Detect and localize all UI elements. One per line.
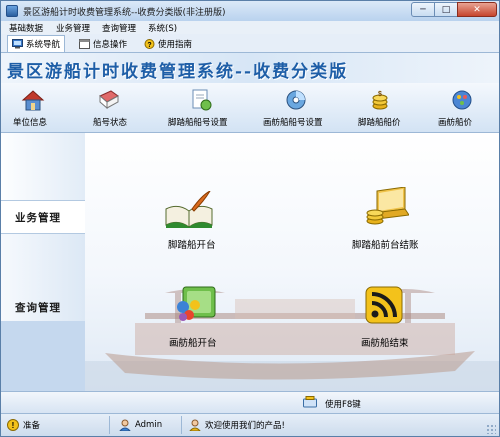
func-painted-boat-open[interactable]: 画舫船开台	[163, 283, 229, 351]
book-icon	[99, 90, 119, 110]
sidebar-tab-label: 查询管理	[15, 302, 61, 314]
menu-basic-data[interactable]: 基础数据	[9, 22, 43, 34]
menu-query[interactable]: 查询管理	[102, 22, 136, 34]
tab-system-nav[interactable]: 系统导航	[7, 35, 66, 52]
user-icon	[119, 419, 131, 431]
status-message: 欢迎使用我们的产品!	[189, 417, 285, 433]
side-navigation: 业务管理 查询管理	[1, 133, 87, 391]
toolbar-label: 画舫船船号设置	[263, 118, 323, 128]
tab-info-ops[interactable]: 信息操作	[75, 35, 131, 52]
status-user-text: Admin	[135, 420, 163, 430]
window-title: 景区游船计时收费管理系统--收费分类版(非注册版)	[23, 8, 226, 18]
title-bar[interactable]: 景区游船计时收费管理系统--收费分类版(非注册版) ─ □ ✕	[1, 1, 499, 21]
menu-business[interactable]: 业务管理	[56, 22, 90, 34]
toolbar-label: 船号状态	[93, 118, 128, 128]
window-icon	[79, 38, 90, 49]
menu-system[interactable]: 系统(S)	[148, 22, 177, 34]
help-hint[interactable]: 使用F8键	[325, 398, 361, 410]
toolbar-pedal-boat-price[interactable]: $ 脚踏船船价	[356, 86, 408, 130]
keyboard-icon	[303, 396, 317, 408]
func-label: 画舫船开台	[169, 338, 217, 349]
func-pedal-boat-open[interactable]: 脚踏船开台	[158, 185, 224, 253]
toolbar-unit-info[interactable]: 单位信息	[11, 86, 55, 130]
sidebar-tab-business[interactable]: 业务管理	[1, 201, 87, 233]
info-icon: !	[7, 419, 19, 431]
palette-icon	[452, 90, 472, 110]
sidebar-tab-query[interactable]: 查询管理	[1, 233, 85, 321]
func-label: 脚踏船前台结账	[352, 240, 419, 251]
close-button[interactable]: ✕	[457, 2, 497, 17]
toolbar-label: 画舫船价	[438, 118, 473, 128]
boat-background-image	[85, 289, 499, 391]
toolbar-pedal-boat-number[interactable]: 脚踏船船号设置	[164, 86, 236, 130]
tab-user-guide[interactable]: ? 使用指南	[140, 35, 196, 52]
toolbar-painted-boat-price[interactable]: 画舫船价	[436, 86, 488, 130]
tab-label: 信息操作	[93, 39, 128, 50]
disc-icon	[286, 90, 306, 110]
func-label: 脚踏船开台	[168, 240, 216, 251]
colorful-folder-icon	[177, 286, 216, 321]
laptop-coins-icon	[366, 187, 409, 225]
app-icon	[6, 5, 18, 17]
document-icon	[192, 89, 212, 111]
tab-bar: 系统导航 信息操作 ? 使用指南	[1, 34, 499, 53]
banner-title: 景区游船计时收费管理系统--收费分类版	[7, 62, 349, 82]
tab-label: 使用指南	[158, 39, 193, 50]
func-label: 画舫船结束	[361, 338, 409, 349]
svg-text:$: $	[378, 91, 382, 98]
open-book-quill-icon	[165, 191, 213, 228]
status-user: Admin	[119, 417, 162, 433]
toolbar-label: 单位信息	[13, 118, 48, 128]
main-function-area: 脚踏船开台 脚踏船前台结账 画舫船开台 画舫船结束	[85, 133, 499, 391]
tab-label: 系统导航	[26, 40, 61, 50]
rss-icon	[365, 286, 403, 324]
status-bar: ! 准备 Admin 欢迎使用我们的产品!	[1, 413, 499, 436]
status-divider	[109, 416, 110, 434]
toolbar-painted-boat-number[interactable]: 画舫船船号设置	[259, 86, 331, 130]
maximize-button[interactable]: □	[434, 2, 458, 17]
toolbar-boat-status[interactable]: 船号状态	[87, 86, 131, 130]
app-window: 景区游船计时收费管理系统--收费分类版(非注册版) ─ □ ✕ 基础数据 业务管…	[0, 0, 500, 437]
func-pedal-boat-checkout[interactable]: 脚踏船前台结账	[347, 185, 439, 253]
toolbar-label: 脚踏船船号设置	[168, 118, 228, 128]
monitor-icon	[12, 39, 23, 49]
status-ready: ! 准备	[7, 417, 40, 433]
app-banner: 景区游船计时收费管理系统--收费分类版	[1, 53, 499, 83]
svg-text:?: ?	[147, 42, 151, 49]
help-bar: 使用F8键	[1, 391, 499, 413]
resize-grip[interactable]	[486, 424, 496, 434]
sidebar-header	[1, 133, 85, 201]
status-divider	[181, 416, 182, 434]
person-icon	[189, 419, 201, 431]
help-icon: ?	[144, 38, 155, 49]
toolbar: 单位信息 船号状态 脚踏船船号设置 画舫船船号设置 $ 脚踏船船价 画舫船价	[1, 83, 499, 133]
sidebar-tab-label: 业务管理	[15, 212, 61, 224]
menu-bar: 基础数据 业务管理 查询管理 系统(S)	[1, 21, 499, 34]
sidebar-footer	[1, 321, 85, 391]
coins-icon: $	[372, 91, 388, 110]
func-painted-boat-end[interactable]: 画舫船结束	[353, 283, 419, 351]
status-ready-text: 准备	[23, 421, 41, 431]
house-icon	[21, 90, 45, 111]
toolbar-label: 脚踏船船价	[358, 118, 401, 128]
minimize-button[interactable]: ─	[411, 2, 435, 17]
status-message-text: 欢迎使用我们的产品!	[205, 421, 285, 431]
svg-text:!: !	[12, 421, 15, 430]
